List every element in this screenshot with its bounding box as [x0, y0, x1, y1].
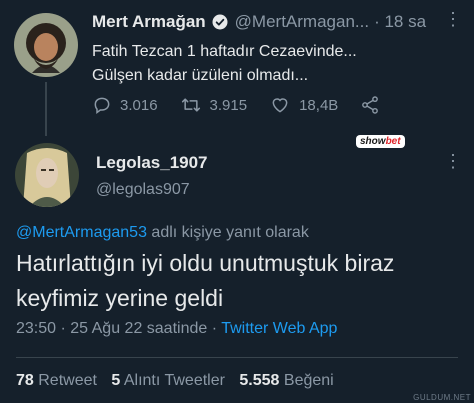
parent-text-line1: Fatih Tezcan 1 haftadır Cezaevinde... — [92, 43, 357, 60]
reply-display-name[interactable]: Legolas_1907 — [96, 153, 208, 173]
tweet-meta: 23:50 · 25 Ağu 22 saatinde · Twitter Web… — [16, 320, 337, 338]
share-icon — [362, 96, 379, 114]
parent-time[interactable]: · 18 sa — [374, 12, 426, 32]
verified-badge-icon — [211, 13, 229, 31]
parent-tweet-text: Fatih Tezcan 1 haftadır Cezaevinde... Gü… — [92, 40, 357, 88]
reply-button[interactable]: 3.016 — [92, 95, 158, 115]
quotes-stat[interactable]: 5 Alıntı Tweetler — [111, 372, 225, 389]
divider — [16, 357, 458, 358]
tweet-stats: 78 Retweet 5 Alıntı Tweetler 5.558 Beğen… — [16, 372, 344, 390]
quotes-stat-count: 5 — [111, 372, 121, 389]
quotes-stat-label: Alıntı Tweetler — [120, 372, 225, 389]
tweet-time[interactable]: 23:50 — [16, 320, 56, 337]
more-dots-icon[interactable]: ⋮ — [444, 10, 462, 28]
parent-actions: 3.016 3.915 18,4B — [92, 95, 410, 115]
share-button[interactable] — [360, 95, 388, 115]
like-button[interactable]: 18,4B — [269, 95, 338, 115]
retweets-stat-label: Retweet — [33, 372, 97, 389]
tweet-date[interactable]: · 25 Ağu 22 saatinde · — [56, 320, 221, 337]
watermark-suffix: bet — [385, 136, 401, 147]
like-count: 18,4B — [299, 96, 339, 114]
parent-avatar[interactable] — [14, 13, 78, 77]
retweets-stat[interactable]: 78 Retweet — [16, 372, 97, 389]
heart-icon — [272, 98, 288, 113]
replying-to-link[interactable]: @MertArmagan53 — [16, 224, 147, 241]
parent-text-line2: Gülşen kadar üzüleni olmadı... — [92, 67, 309, 84]
likes-stat-count: 5.558 — [239, 372, 280, 389]
reply-icon — [94, 97, 110, 114]
reply-handle[interactable]: @legolas907 — [96, 181, 190, 199]
tweet-source[interactable]: Twitter Web App — [221, 320, 337, 337]
replying-to: @MertArmagan53 adlı kişiye yanıt olarak — [16, 224, 309, 242]
likes-stat[interactable]: 5.558 Beğeni — [239, 372, 333, 389]
replying-to-suffix: adlı kişiye yanıt olarak — [146, 224, 309, 241]
showbet-watermark: showbet — [356, 135, 405, 148]
reply-more-dots-icon[interactable]: ⋮ — [444, 152, 462, 170]
retweet-button[interactable]: 3.915 — [180, 95, 248, 115]
watermark-prefix: show — [360, 136, 386, 147]
parent-header: Mert Armağan @MertArmagan... · 18 sa — [92, 12, 426, 32]
retweet-icon — [181, 98, 200, 112]
reply-avatar[interactable] — [15, 143, 79, 207]
reply-count: 3.016 — [120, 96, 158, 114]
site-credit: GULDUM.NET — [413, 393, 471, 402]
retweets-stat-count: 78 — [16, 372, 34, 389]
parent-display-name[interactable]: Mert Armağan — [92, 12, 206, 32]
retweet-count: 3.915 — [209, 96, 248, 114]
parent-handle[interactable]: @MertArmagan... — [235, 12, 369, 32]
thread-line — [45, 82, 47, 136]
reply-tweet-text: Hatırlattığın iyi oldu unutmuştuk biraz … — [16, 250, 395, 311]
likes-stat-label: Beğeni — [279, 372, 334, 389]
